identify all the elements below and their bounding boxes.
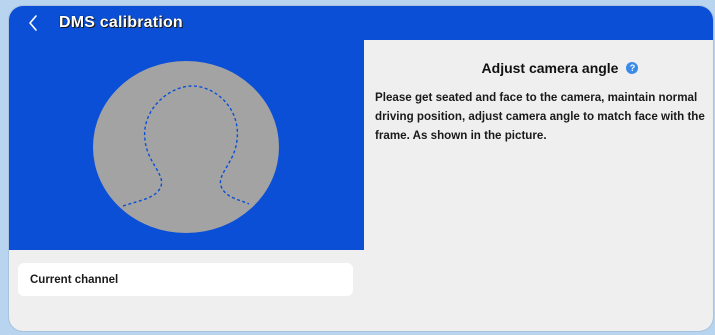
camera-preview (9, 40, 364, 250)
back-button[interactable] (9, 6, 57, 40)
current-channel-label: Current channel (30, 273, 119, 286)
instructions-panel: Adjust camera angle ? Please get seated … (375, 40, 705, 145)
instructions-heading: Adjust camera angle (481, 60, 619, 76)
current-channel-field[interactable]: Current channel (18, 263, 353, 296)
instructions-heading-row: Adjust camera angle ? (375, 60, 705, 76)
title-bar: DMS calibration (9, 6, 713, 40)
chevron-left-icon (29, 15, 37, 31)
face-guide-illustration (93, 61, 279, 233)
instructions-text: Please get seated and face to the camera… (375, 91, 705, 142)
dms-calibration-window: DMS calibration Current channel Adjust c… (9, 6, 713, 331)
question-icon[interactable]: ? (626, 62, 639, 74)
page-title: DMS calibration (59, 14, 183, 31)
